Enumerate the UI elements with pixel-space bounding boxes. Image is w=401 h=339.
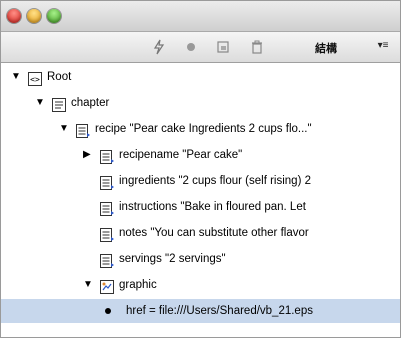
disclosure-expanded-icon[interactable]: ▼: [83, 273, 95, 297]
tree-row-label: instructions "Bake in floured pan. Let: [119, 201, 306, 213]
window-icon[interactable]: [215, 39, 231, 55]
record-icon[interactable]: [183, 39, 199, 55]
xml-icon: <>: [28, 70, 42, 86]
panel-menu-button[interactable]: ▾≡: [371, 40, 395, 51]
tree-row-label: graphic: [119, 279, 157, 291]
close-icon: [7, 9, 21, 23]
minimize-icon: [27, 9, 41, 23]
close-button[interactable]: [7, 9, 21, 23]
tree-row-label: href = file:///Users/Shared/vb_21.eps: [126, 305, 313, 317]
tree-row-label: chapter: [71, 97, 110, 109]
tree-row-label: servings "2 servings": [119, 253, 226, 265]
zoom-button[interactable]: [47, 9, 61, 23]
structure-window: 結構 ▾≡ ▼ <> Root ▼ chapter ▼ recipe "Pear: [0, 0, 401, 338]
tree-row-recipe[interactable]: ▼ recipe "Pear cake Ingredients 2 cups f…: [1, 117, 400, 141]
tree-row-ingredients[interactable]: ingredients "2 cups flour (self rising) …: [1, 169, 400, 193]
tree-row-label: ingredients "2 cups flour (self rising) …: [119, 175, 312, 187]
tree-row-href[interactable]: href = file:///Users/Shared/vb_21.eps: [1, 299, 400, 323]
tree-row-label: recipe "Pear cake Ingredients 2 cups flo…: [95, 123, 312, 135]
tree-row-recipename[interactable]: ▶ recipename "Pear cake": [1, 143, 400, 167]
zoom-icon: [47, 9, 61, 23]
element-icon: [100, 148, 114, 164]
toolbar: 結構 ▾≡: [1, 32, 400, 63]
tree-row-instructions[interactable]: instructions "Bake in floured pan. Let: [1, 195, 400, 219]
trash-icon[interactable]: [249, 39, 265, 55]
element-icon: [100, 174, 114, 190]
tree-row-notes[interactable]: notes "You can substitute other flavor: [1, 221, 400, 245]
disclosure-expanded-icon[interactable]: ▼: [59, 117, 71, 141]
disclosure-expanded-icon[interactable]: ▼: [11, 65, 23, 89]
disclosure-collapsed-icon[interactable]: ▶: [83, 143, 95, 167]
tree-row-label: Root: [47, 71, 72, 83]
element-icon: [100, 200, 114, 216]
graphic-icon: [100, 278, 114, 294]
tree-row-label: notes "You can substitute other flavor: [119, 227, 309, 239]
structure-label: 結構: [315, 43, 337, 55]
disclosure-expanded-icon[interactable]: ▼: [35, 91, 47, 115]
element-icon: [100, 252, 114, 268]
tree-row-graphic[interactable]: ▼ graphic: [1, 273, 400, 297]
element-icon: [76, 122, 90, 138]
tree-row-label: recipename "Pear cake": [119, 149, 243, 161]
title-bar: [1, 1, 400, 32]
doc-ab-icon: [52, 96, 66, 112]
tree-row-root[interactable]: ▼ <> Root: [1, 65, 400, 89]
svg-text:<>: <>: [30, 75, 40, 84]
element-icon: [100, 226, 114, 242]
tree-row-servings[interactable]: servings "2 servings": [1, 247, 400, 271]
minimize-button[interactable]: [27, 9, 41, 23]
structure-tree: ▼ <> Root ▼ chapter ▼ recipe "Pear cake …: [1, 63, 400, 339]
lightning-icon[interactable]: [151, 39, 167, 55]
tree-row-chapter[interactable]: ▼ chapter: [1, 91, 400, 115]
attribute-bullet-icon: [105, 308, 111, 314]
